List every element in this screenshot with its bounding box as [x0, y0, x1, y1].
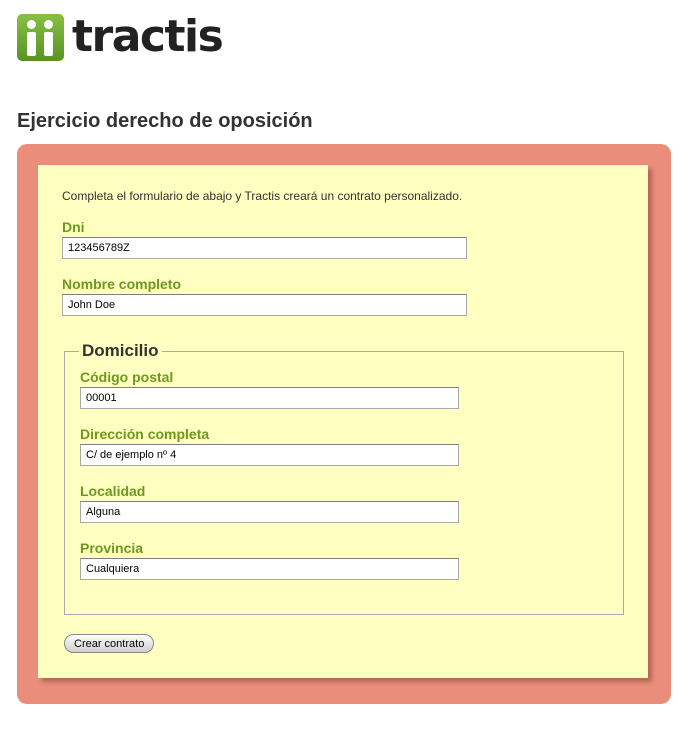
domicilio-legend: Domicilio — [82, 341, 159, 360]
direccion-completa-label: Dirección completa — [80, 426, 210, 442]
localidad-label: Localidad — [80, 483, 146, 499]
dni-label: Dni — [62, 219, 85, 235]
page-title: Ejercicio derecho de oposición — [17, 110, 313, 132]
nombre-completo-field[interactable] — [62, 294, 467, 316]
tractis-logo-icon — [17, 13, 64, 61]
form-intro: Completa el formulario de abajo y Tracti… — [62, 189, 463, 203]
codigo-postal-field[interactable] — [80, 387, 459, 409]
crear-contrato-button[interactable]: Crear contrato — [64, 634, 155, 653]
form-outer-panel: Completa el formulario de abajo y Tracti… — [17, 144, 671, 704]
provincia-label: Provincia — [80, 540, 144, 556]
localidad-field[interactable] — [80, 501, 459, 523]
provincia-field[interactable] — [80, 558, 459, 580]
dni-field[interactable] — [62, 237, 467, 259]
logo-text: tractis — [72, 11, 224, 62]
tractis-logo[interactable]: tractis — [17, 11, 224, 62]
nombre-completo-label: Nombre completo — [62, 276, 182, 292]
form-panel: Completa el formulario de abajo y Tracti… — [38, 165, 648, 678]
direccion-completa-field[interactable] — [80, 444, 459, 466]
codigo-postal-label: Código postal — [80, 369, 174, 385]
